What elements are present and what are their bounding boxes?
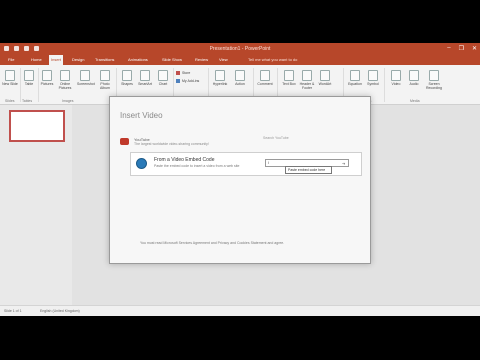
dialog-title: Insert Video <box>120 111 163 120</box>
symbol-icon <box>368 70 378 81</box>
video-button[interactable]: Video <box>388 70 404 86</box>
chart-icon <box>158 70 168 81</box>
shapes-button[interactable]: Shapes <box>119 70 135 86</box>
pictures-button[interactable]: Pictures <box>39 70 55 86</box>
store-icon <box>176 71 180 75</box>
header-footer-icon <box>302 70 312 81</box>
audio-icon <box>409 70 419 81</box>
video-icon <box>391 70 401 81</box>
tell-me-search[interactable]: Tell me what you want to do <box>248 55 297 65</box>
embed-code-label: From a Video Embed Code <box>154 157 215 163</box>
tab-view[interactable]: View <box>217 55 230 65</box>
action-icon <box>235 70 245 81</box>
insert-video-dialog: Insert Video YouTube The largest worldwi… <box>109 96 371 264</box>
tab-slide-show[interactable]: Slide Show <box>160 55 184 65</box>
comment-button[interactable]: Comment <box>257 70 273 86</box>
hyperlink-icon <box>215 70 225 81</box>
slide-thumbnails-pane <box>0 105 72 305</box>
online-pictures-button[interactable]: Online Pictures <box>57 70 73 90</box>
youtube-search-input[interactable]: Search YouTube <box>263 136 289 140</box>
group-tables: Tables <box>22 99 33 103</box>
tab-home[interactable]: Home <box>29 55 44 65</box>
header-footer-button[interactable]: Header & Footer <box>299 70 315 90</box>
group-slides: Slides <box>5 99 15 103</box>
store-button[interactable]: Store <box>176 71 190 75</box>
tab-review[interactable]: Review <box>193 55 210 65</box>
divider <box>384 68 385 102</box>
youtube-description: The largest worldwide video-sharing comm… <box>134 142 209 146</box>
embed-code-description: Paste the embed code to insert a video f… <box>154 164 240 168</box>
close-button[interactable]: ✕ <box>472 45 477 52</box>
photo-album-button[interactable]: Photo Album <box>97 70 113 90</box>
embed-code-tooltip: Paste embed code here <box>285 166 332 174</box>
hyperlink-button[interactable]: Hyperlink <box>212 70 228 86</box>
window-title: Presentation1 - PowerPoint <box>209 46 271 52</box>
smartart-button[interactable]: SmartArt <box>137 70 153 86</box>
screenshot-icon <box>80 70 90 81</box>
tab-animations[interactable]: Animations <box>126 55 150 65</box>
minimize-button[interactable]: – <box>447 45 450 52</box>
equation-button[interactable]: Equation <box>347 70 363 86</box>
chart-button[interactable]: Chart <box>155 70 171 86</box>
online-pictures-icon <box>60 70 70 81</box>
terms-note: You must read Microsoft Services Agreeme… <box>140 241 285 245</box>
language-indicator[interactable]: English (United Kingdom) <box>40 309 80 313</box>
slide-count: Slide 1 of 1 <box>4 309 22 313</box>
smartart-icon <box>140 70 150 81</box>
symbol-button[interactable]: Symbol <box>365 70 381 86</box>
new-slide-button[interactable]: New Slide <box>2 70 18 86</box>
group-media: Media <box>410 99 420 103</box>
table-button[interactable]: Table <box>21 70 37 86</box>
text-box-button[interactable]: Text Box <box>281 70 297 86</box>
youtube-icon <box>120 138 129 145</box>
tab-transitions[interactable]: Transitions <box>93 55 116 65</box>
new-slide-icon <box>5 70 15 81</box>
title-bar: Presentation1 - PowerPoint – ❐ ✕ <box>0 43 480 55</box>
action-button[interactable]: Action <box>232 70 248 86</box>
wordart-icon <box>320 70 330 81</box>
tab-file[interactable]: File <box>6 55 16 65</box>
text-box-icon <box>284 70 294 81</box>
table-icon <box>24 70 34 81</box>
equation-icon <box>350 70 360 81</box>
photo-album-icon <box>100 70 110 81</box>
wordart-button[interactable]: WordArt <box>317 70 333 86</box>
my-addins-button[interactable]: My Add-ins <box>176 79 199 83</box>
tab-design[interactable]: Design <box>70 55 86 65</box>
group-images: Images <box>62 99 74 103</box>
window-controls: – ❐ ✕ <box>447 45 477 52</box>
globe-icon <box>136 158 147 169</box>
addins-icon <box>176 79 180 83</box>
pictures-icon <box>42 70 52 81</box>
screen-recording-button[interactable]: Screen Recording <box>424 70 444 90</box>
maximize-button[interactable]: ❐ <box>459 45 464 52</box>
embed-code-value: I <box>268 161 269 165</box>
comment-icon <box>260 70 270 81</box>
insert-arrow-icon[interactable]: ➔ <box>342 161 347 166</box>
ribbon-tabs: File Home Insert Design Transitions Anim… <box>0 55 480 65</box>
screen-recording-icon <box>429 70 439 81</box>
shapes-icon <box>122 70 132 81</box>
audio-button[interactable]: Audio <box>406 70 422 86</box>
status-bar: Slide 1 of 1 English (United Kingdom) <box>0 305 480 316</box>
screenshot-button[interactable]: Screenshot <box>77 70 95 86</box>
slide-thumbnail-1[interactable] <box>9 110 65 142</box>
tab-insert[interactable]: Insert <box>49 55 64 65</box>
